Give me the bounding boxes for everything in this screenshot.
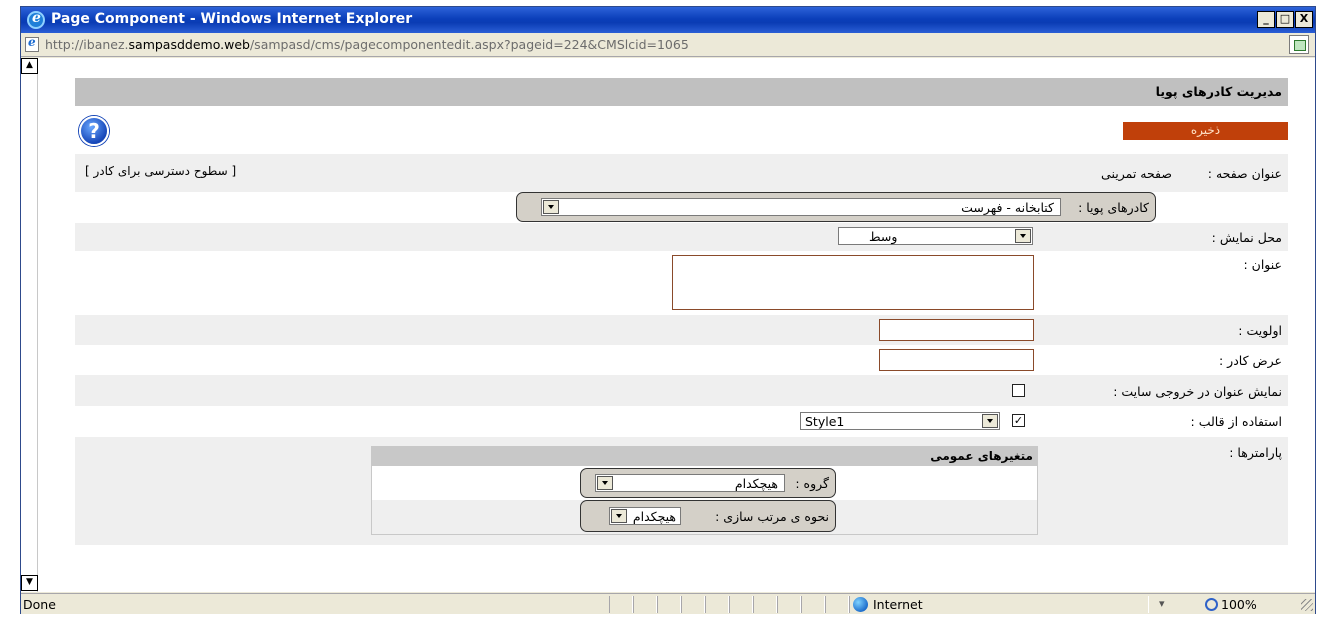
- params-row-sort: نحوه ی مرتب سازی : هیچکدام: [372, 500, 1037, 534]
- params-panel: متغیرهای عمومی گروه : هیچکدام نحوه ی مرت…: [371, 446, 1038, 535]
- params-row-group: گروه : هیچکدام: [372, 466, 1037, 500]
- address-bar[interactable]: http://ibanez.sampasddemo.web/sampasd/cm…: [21, 33, 1315, 57]
- chevron-down-icon[interactable]: [1015, 229, 1031, 243]
- template-value: Style1: [805, 414, 845, 429]
- frame-width-input[interactable]: [879, 349, 1034, 371]
- minimize-button[interactable]: _: [1257, 11, 1275, 28]
- chevron-down-icon[interactable]: [982, 414, 998, 428]
- scroll-down-arrow-icon[interactable]: ▼: [21, 575, 38, 591]
- help-icon[interactable]: ?: [79, 116, 109, 146]
- status-segment: [729, 596, 753, 613]
- use-template-label: استفاده از قالب :: [1190, 414, 1282, 429]
- params-label: پارامترها :: [1229, 445, 1282, 460]
- display-location-select[interactable]: وسط: [838, 227, 1033, 245]
- url-host: sampasddemo.web: [128, 37, 250, 52]
- title-textarea[interactable]: [672, 255, 1034, 310]
- group-capsule: گروه : هیچکدام: [580, 468, 836, 498]
- row-title: عنوان :: [75, 251, 1288, 315]
- priority-input[interactable]: [879, 319, 1034, 341]
- protected-mode-icon[interactable]: ▾: [1159, 597, 1165, 610]
- save-button[interactable]: ذخیره: [1123, 122, 1288, 140]
- sort-label: نحوه ی مرتب سازی :: [715, 509, 829, 524]
- zoom-icon[interactable]: [1205, 598, 1218, 611]
- status-segment: [801, 596, 825, 613]
- page-title-label: عنوان صفحه :: [1207, 166, 1282, 181]
- maximize-button[interactable]: □: [1276, 11, 1294, 28]
- page-content: ▲ ▼ مدیریت کادرهای پویا ? ذخیره عنوان صف…: [21, 58, 1315, 592]
- browser-window: Page Component - Windows Internet Explor…: [20, 6, 1316, 614]
- status-segment: [633, 596, 657, 613]
- url-prefix: http://ibanez.: [45, 37, 129, 52]
- display-location-label: محل نمایش :: [1211, 230, 1282, 245]
- title-bar[interactable]: Page Component - Windows Internet Explor…: [21, 7, 1315, 33]
- chevron-down-icon[interactable]: [611, 509, 627, 523]
- sort-value: هیچکدام: [632, 509, 676, 524]
- sort-select[interactable]: هیچکدام: [609, 507, 681, 525]
- sort-capsule: نحوه ی مرتب سازی : هیچکدام: [580, 500, 836, 532]
- status-segment: [753, 596, 777, 613]
- chevron-down-icon[interactable]: [597, 476, 613, 490]
- status-segment: [657, 596, 681, 613]
- zoom-level[interactable]: 100%: [1221, 597, 1257, 612]
- row-frame-width: عرض کادر :: [75, 345, 1288, 375]
- show-title-checkbox[interactable]: [1012, 384, 1025, 397]
- dynamic-frames-value: کتابخانه - فهرست: [961, 200, 1054, 215]
- dynamic-frames-label: کادرهای پویا :: [1078, 200, 1149, 215]
- scroll-up-arrow-icon[interactable]: ▲: [21, 58, 38, 74]
- row-priority: اولویت :: [75, 315, 1288, 345]
- status-segment: [705, 596, 729, 613]
- globe-icon: [853, 597, 868, 612]
- chevron-down-icon[interactable]: [543, 200, 559, 214]
- group-label: گروه :: [795, 476, 829, 491]
- status-segment: [609, 596, 633, 613]
- params-header: متغیرهای عمومی: [372, 447, 1037, 466]
- status-segment: [681, 596, 705, 613]
- params-header-title: متغیرهای عمومی: [930, 449, 1033, 463]
- ie-logo-icon: [27, 10, 45, 29]
- status-text: Done: [23, 597, 56, 612]
- status-bar: Done Internet ▾ 100%: [21, 593, 1315, 614]
- row-display-location: محل نمایش : وسط: [75, 223, 1288, 251]
- url-path: /sampasd/cms/pagecomponentedit.aspx?page…: [249, 37, 689, 52]
- page-header-title: مدیریت کادرهای پویا: [1155, 84, 1282, 99]
- row-page-title: عنوان صفحه : صفحه تمرینی [ سطوح دسترسی ب…: [75, 154, 1288, 192]
- security-zone[interactable]: Internet: [873, 597, 923, 612]
- page-title-value: صفحه تمرینی: [1101, 166, 1172, 181]
- title-label: عنوان :: [1243, 257, 1282, 272]
- group-select[interactable]: هیچکدام: [595, 474, 785, 492]
- window-title: Page Component - Windows Internet Explor…: [51, 11, 413, 27]
- row-dynamic-frames: کادرهای پویا : کتابخانه - فهرست: [75, 192, 1288, 223]
- group-value: هیچکدام: [734, 476, 778, 491]
- row-use-template: استفاده از قالب : ✓ Style1: [75, 406, 1288, 437]
- access-levels-link[interactable]: [ سطوح دسترسی برای کادر ]: [85, 164, 236, 178]
- dynamic-frames-group: کادرهای پویا : کتابخانه - فهرست: [516, 192, 1156, 222]
- show-title-label: نمایش عنوان در خروجی سایت :: [1113, 384, 1282, 399]
- display-location-value: وسط: [869, 229, 898, 244]
- status-segment: [825, 596, 849, 613]
- dynamic-frames-select[interactable]: کتابخانه - فهرست: [541, 198, 1061, 216]
- close-button[interactable]: X: [1295, 11, 1313, 28]
- page-header: مدیریت کادرهای پویا: [75, 78, 1288, 106]
- address-url[interactable]: http://ibanez.sampasddemo.web/sampasd/cm…: [45, 37, 689, 52]
- use-template-checkbox[interactable]: ✓: [1012, 414, 1025, 427]
- page-icon: [25, 35, 39, 52]
- priority-label: اولویت :: [1238, 323, 1282, 338]
- row-show-title: نمایش عنوان در خروجی سایت :: [75, 375, 1288, 406]
- compatibility-view-icon[interactable]: [1289, 35, 1309, 54]
- status-segment: [777, 596, 801, 613]
- frame-width-label: عرض کادر :: [1219, 353, 1282, 368]
- vertical-scrollbar[interactable]: ▲ ▼: [21, 58, 38, 592]
- template-select[interactable]: Style1: [800, 412, 1000, 430]
- resize-grip-icon[interactable]: [1301, 599, 1313, 611]
